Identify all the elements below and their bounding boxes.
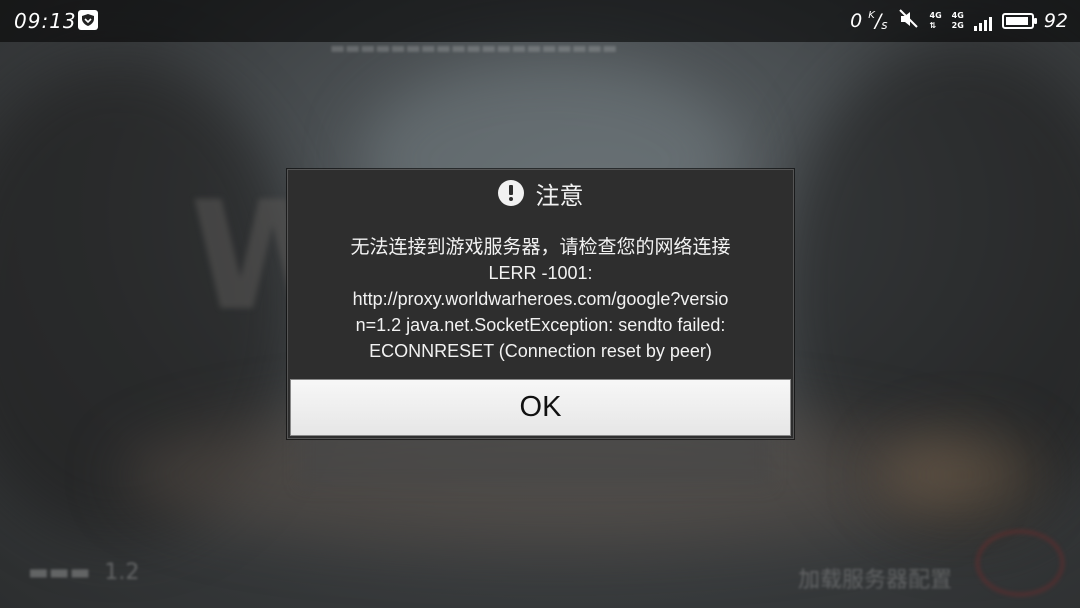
message-line: ECONNRESET (Connection reset by peer) (369, 341, 712, 361)
bg-version-label: ▬▬▬ 1.2 (28, 560, 140, 585)
warning-icon (497, 180, 524, 206)
message-line: 无法连接到游戏服务器，请检查您的网络连接 (350, 236, 731, 258)
network-type: 4G ⇅ (929, 11, 942, 30)
status-time: 09:13 (14, 9, 77, 33)
shield-notification-icon (78, 10, 98, 30)
message-line: LERR -1001: (488, 263, 593, 283)
bg-shape (880, 430, 1040, 520)
message-line: n=1.2 java.net.SocketException: sendto f… (355, 315, 726, 335)
bg-studio-logo (976, 530, 1064, 596)
battery-icon (1001, 13, 1037, 29)
dialog-message: 无法连接到游戏服务器，请检查您的网络连接 LERR -1001: http://… (308, 234, 773, 364)
mute-icon (898, 8, 920, 34)
ok-button[interactable]: OK (290, 379, 791, 436)
battery-percent: 92 (1043, 10, 1068, 32)
dialog-title: 注意 (535, 181, 584, 210)
message-line: http://proxy.worldwarheroes.com/google?v… (352, 289, 729, 309)
signal-bars-icon (973, 11, 992, 31)
status-bar: 09:13 0 K/s 4G ⇅ 4G 2G 92 (0, 0, 1080, 42)
dual-sim-type: 4G 2G (951, 11, 964, 30)
battery-fill (1005, 17, 1028, 25)
network-speed: 0 K/s (850, 10, 888, 32)
status-right-group: 0 K/s 4G ⇅ 4G 2G 92 (850, 8, 1068, 34)
dialog-header: 注意 (288, 170, 793, 216)
game-screen: ▬▬▬▬▬▬▬▬▬▬▬▬▬▬▬▬▬▬▬ W R ▬▬▬1.2 加载服务器配置 0… (0, 0, 1080, 608)
bg-loading-text: 加载服务器配置 (797, 568, 952, 593)
error-dialog: 注意 无法连接到游戏服务器，请检查您的网络连接 LERR -1001: http… (287, 169, 794, 439)
